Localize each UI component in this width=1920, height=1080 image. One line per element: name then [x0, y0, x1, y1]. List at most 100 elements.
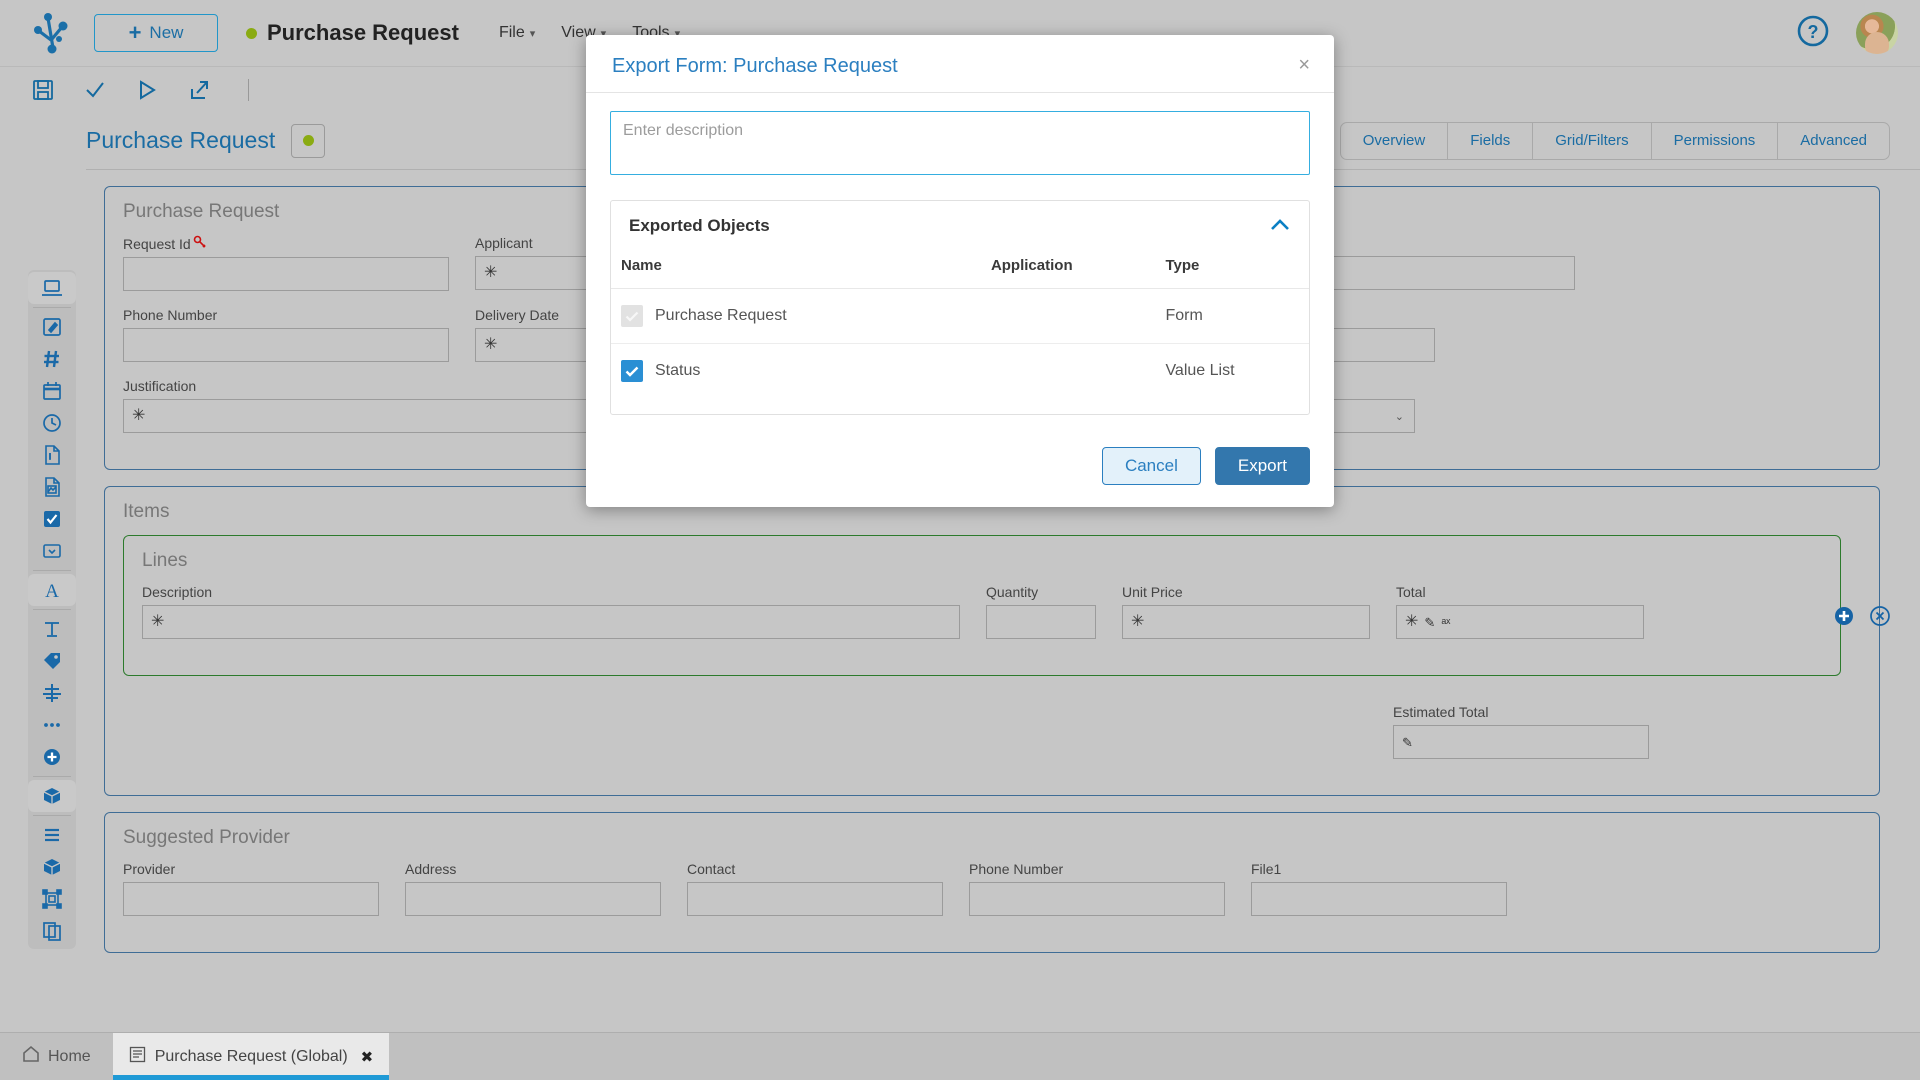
- text-format-icon[interactable]: [30, 613, 74, 645]
- tab-overview[interactable]: Overview: [1341, 123, 1448, 159]
- tab-fields[interactable]: Fields: [1447, 122, 1532, 159]
- exported-objects-title: Exported Objects: [629, 216, 770, 235]
- bottom-tab-bar: Home Purchase Request (Global) ✖: [0, 1032, 1920, 1080]
- align-center-icon[interactable]: [30, 677, 74, 709]
- check-icon[interactable]: [82, 77, 108, 103]
- ellipsis-icon[interactable]: [30, 709, 74, 741]
- cell-application: [980, 288, 1156, 344]
- required-asterisk-icon: ✳: [1405, 613, 1419, 630]
- form-state-box[interactable]: [291, 123, 326, 158]
- svg-text:?: ?: [1808, 22, 1819, 42]
- app-logo-icon[interactable]: [22, 12, 82, 54]
- field-file1: File1: [1251, 861, 1507, 916]
- plus-icon: +: [128, 20, 142, 45]
- field-estimated-total: Estimated Total ✎: [1393, 704, 1649, 759]
- home-tab[interactable]: Home: [0, 1033, 113, 1080]
- tab-purchase-request-global[interactable]: Purchase Request (Global) ✖: [112, 1033, 390, 1080]
- tab-permissions[interactable]: Permissions: [1650, 122, 1778, 159]
- file-text-icon[interactable]: [30, 439, 74, 471]
- help-circle-icon[interactable]: ?: [1796, 14, 1830, 53]
- key-icon: [193, 235, 207, 252]
- description-input[interactable]: [610, 111, 1310, 175]
- tag-icon[interactable]: [30, 645, 74, 677]
- row-checkbox-disabled: [621, 305, 643, 327]
- field-label: Address: [405, 861, 457, 877]
- row-checkbox[interactable]: [621, 360, 643, 382]
- checkbox-icon[interactable]: [30, 503, 74, 535]
- export-icon[interactable]: [186, 77, 212, 103]
- field-input[interactable]: ✳: [1122, 605, 1370, 639]
- field-input[interactable]: ✳ ✎ ᵃˣ: [1396, 605, 1644, 639]
- field-request-id: Request Id: [123, 235, 449, 291]
- field-label: Description: [142, 584, 213, 600]
- palette-divider: [33, 815, 71, 816]
- exported-objects-panel: Exported Objects Name Application Type P…: [610, 200, 1310, 415]
- file-image-icon[interactable]: [30, 471, 74, 503]
- close-icon[interactable]: ✖: [361, 1048, 374, 1066]
- palette-group-text: [28, 613, 76, 773]
- dropdown-icon[interactable]: [30, 535, 74, 567]
- add-row-icon[interactable]: [1833, 605, 1855, 627]
- number-hash-icon[interactable]: [30, 343, 74, 375]
- save-icon[interactable]: [30, 77, 56, 103]
- list-lines-icon[interactable]: [30, 819, 74, 851]
- dialog-footer: Cancel Export: [586, 421, 1334, 507]
- user-avatar[interactable]: [1856, 12, 1898, 54]
- field-row: Description ✳ Quantity Unit Price ✳ Tota…: [142, 584, 1822, 655]
- field-label: Phone Number: [123, 307, 218, 323]
- field-provider-phone: Phone Number: [969, 861, 1225, 916]
- required-asterisk-icon: ✳: [484, 336, 498, 353]
- field-input[interactable]: [1251, 882, 1507, 916]
- line-row-actions: [1833, 605, 1891, 627]
- field-provider: Provider: [123, 861, 379, 916]
- home-icon: [22, 1045, 40, 1068]
- field-input[interactable]: [687, 882, 943, 916]
- edit-box-icon[interactable]: [30, 311, 74, 343]
- menu-file[interactable]: File ▾: [499, 24, 535, 42]
- letter-a-icon[interactable]: A: [30, 574, 74, 606]
- group-frame-icon[interactable]: [30, 883, 74, 915]
- cell-name: Status: [611, 344, 981, 415]
- field-input[interactable]: ✎: [1393, 725, 1649, 759]
- field-label: Quantity: [986, 584, 1039, 600]
- cube-outline-icon[interactable]: [30, 851, 74, 883]
- field-row: Provider Address Contact Phone Number Fi…: [123, 861, 1861, 932]
- tab-advanced[interactable]: Advanced: [1777, 122, 1889, 159]
- plus-circle-icon[interactable]: [30, 741, 74, 773]
- palette-group-selected-container: [28, 780, 76, 812]
- calendar-icon[interactable]: [30, 375, 74, 407]
- cube-icon[interactable]: [30, 780, 74, 812]
- field-contact: Contact: [687, 861, 943, 916]
- tab-grid-filters[interactable]: Grid/Filters: [1532, 122, 1650, 159]
- cancel-button[interactable]: Cancel: [1101, 447, 1201, 485]
- field-input[interactable]: [123, 882, 379, 916]
- required-asterisk-icon: ✳: [151, 613, 165, 630]
- chevron-down-icon: ⌄: [1394, 410, 1404, 423]
- field-input[interactable]: [986, 605, 1096, 639]
- palette-group-fields: [28, 311, 76, 567]
- close-icon[interactable]: ×: [1298, 55, 1310, 75]
- export-button[interactable]: Export: [1214, 447, 1310, 485]
- section-title: Suggested Provider: [123, 827, 290, 848]
- green-status-dot: [302, 135, 314, 146]
- field-input[interactable]: [123, 257, 449, 291]
- field-input[interactable]: [405, 882, 661, 916]
- toolbar-divider: [248, 78, 249, 101]
- chevron-up-icon[interactable]: [1269, 216, 1291, 236]
- laptop-icon[interactable]: [30, 272, 74, 304]
- dialog-title: Export Form: Purchase Request: [612, 55, 898, 77]
- field-input[interactable]: ✳: [142, 605, 960, 639]
- exported-objects-header[interactable]: Exported Objects: [611, 201, 1309, 251]
- field-input[interactable]: [969, 882, 1225, 916]
- clock-icon[interactable]: [30, 407, 74, 439]
- new-button[interactable]: + New: [94, 14, 218, 52]
- table-body: Purchase Request Form Status Value List: [611, 288, 1309, 415]
- pen-icon: ✎: [1424, 614, 1436, 630]
- copy-layers-icon[interactable]: [30, 915, 74, 947]
- play-icon[interactable]: [134, 77, 160, 103]
- remove-row-icon[interactable]: [1869, 605, 1891, 627]
- required-asterisk-icon: ✳: [132, 407, 146, 424]
- column-application: Application: [980, 251, 1156, 289]
- svg-text:A: A: [45, 581, 59, 601]
- field-input[interactable]: [123, 328, 449, 362]
